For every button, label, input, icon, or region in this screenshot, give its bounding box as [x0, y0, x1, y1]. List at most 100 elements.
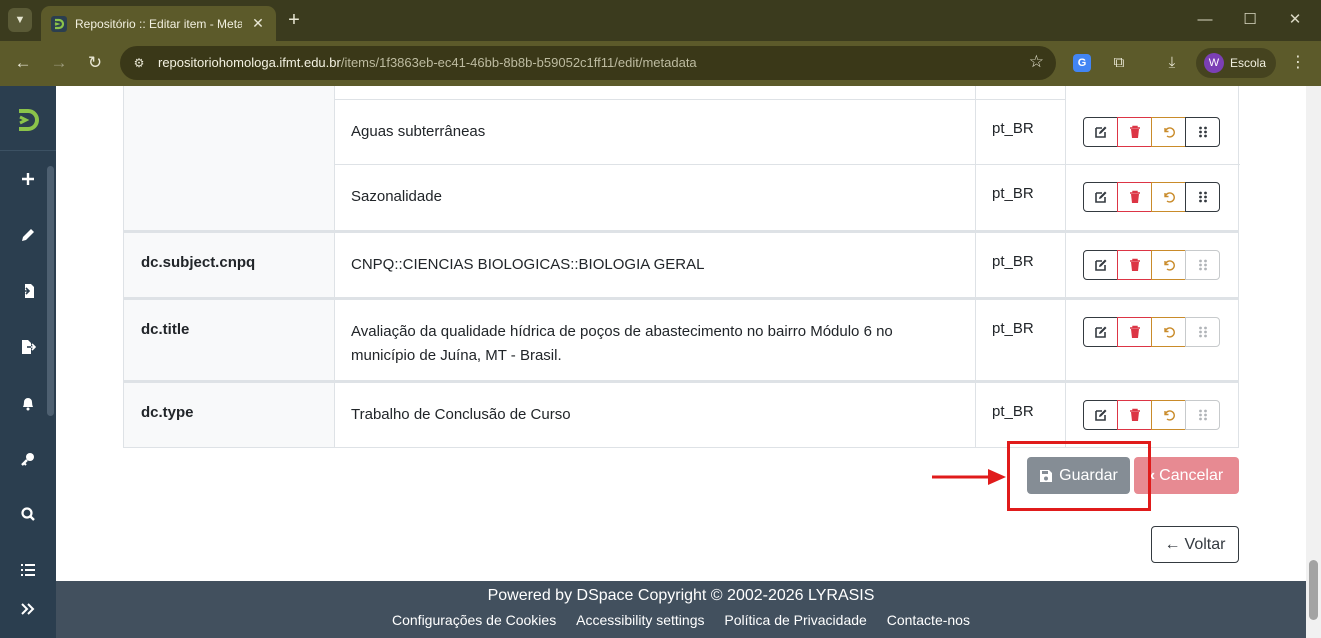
action-button-group — [1083, 117, 1220, 147]
undo-button[interactable] — [1151, 117, 1186, 147]
edit-button[interactable] — [1083, 250, 1118, 280]
metadata-value-cell: Avaliação da qualidade hídrica de poços … — [335, 300, 976, 380]
admin-sidebar — [0, 86, 56, 638]
drag-handle-button[interactable] — [1185, 117, 1220, 147]
drag-grip-icon — [1198, 126, 1207, 138]
edit-button[interactable] — [1083, 317, 1118, 347]
footer-link-privacy[interactable]: Política de Privacidade — [724, 612, 866, 628]
delete-button[interactable] — [1117, 400, 1152, 430]
drag-grip-icon — [1198, 326, 1207, 338]
back-arrow-icon[interactable]: ← — [10, 51, 36, 75]
url-text: repositoriohomologa.ifmt.edu.br/items/1f… — [158, 55, 697, 70]
table-row-subject-group: Aguas subterrâneas pt_BR Sazonalidade pt… — [123, 86, 1240, 230]
tab-title: Repositório :: Editar item - Metadata — [75, 16, 242, 31]
undo-icon — [1163, 327, 1175, 338]
sidebar-expand-icon[interactable] — [0, 594, 56, 624]
drag-handle-button[interactable] — [1185, 400, 1220, 430]
table-row-dc-subject-cnpq: dc.subject.cnpq CNPQ::CIENCIAS BIOLOGICA… — [123, 233, 1239, 297]
edit-button[interactable] — [1083, 117, 1118, 147]
tab-close-icon[interactable]: ✕ — [250, 15, 266, 32]
close-window-icon[interactable]: ✕ — [1280, 7, 1310, 33]
page-scrollbar[interactable] — [1306, 86, 1321, 638]
edit-icon — [1094, 326, 1106, 338]
delete-button[interactable] — [1117, 117, 1152, 147]
field-name-cell — [124, 86, 335, 230]
metadata-actions-cell — [1066, 100, 1240, 165]
field-name-cell: dc.title — [124, 300, 335, 380]
metadata-actions-cell — [1066, 300, 1240, 380]
cancel-label: Cancelar — [1159, 466, 1224, 484]
edit-icon — [1094, 259, 1106, 271]
trash-icon — [1129, 325, 1140, 338]
drag-handle-button[interactable] — [1185, 182, 1220, 212]
metadata-value-cell: Aguas subterrâneas — [335, 100, 976, 165]
undo-button[interactable] — [1151, 400, 1186, 430]
profile-name: Escola — [1230, 56, 1267, 70]
minimize-icon[interactable]: — — [1190, 7, 1220, 33]
dspace-favicon-icon — [51, 15, 67, 32]
metadata-lang-cell: pt_BR — [976, 300, 1066, 380]
back-label: Voltar — [1184, 535, 1226, 553]
edit-metadata-content: Aguas subterrâneas pt_BR Sazonalidade pt… — [56, 86, 1306, 581]
table-row-dc-title: dc.title Avaliação da qualidade hídrica … — [123, 300, 1239, 380]
trash-icon — [1129, 190, 1140, 203]
drag-handle-button[interactable] — [1185, 317, 1220, 347]
field-name-cell: dc.type — [124, 383, 335, 447]
delete-button[interactable] — [1117, 317, 1152, 347]
undo-button[interactable] — [1151, 182, 1186, 212]
browser-menu-icon[interactable]: ⋮ — [1287, 52, 1309, 74]
undo-button[interactable] — [1151, 317, 1186, 347]
drag-grip-icon — [1198, 191, 1207, 203]
forward-arrow-icon[interactable]: → — [46, 51, 72, 75]
dspace-logo-icon[interactable] — [14, 106, 42, 134]
delete-button[interactable] — [1117, 250, 1152, 280]
metadata-lang-cell: pt_BR — [976, 100, 1066, 165]
sidebar-list-icon[interactable] — [0, 555, 56, 585]
red-arrow-annotation-icon — [932, 469, 1006, 485]
undo-icon — [1163, 410, 1175, 421]
profile-button[interactable]: W Escola — [1196, 48, 1276, 78]
field-name-cell: dc.subject.cnpq — [124, 233, 335, 297]
edit-icon — [1094, 409, 1106, 421]
sidebar-access-key-icon[interactable] — [0, 444, 56, 474]
site-footer: Powered by DSpace Copyright © 2002-2026 … — [56, 581, 1306, 638]
tab-search-button[interactable]: ▼ — [8, 8, 32, 32]
action-button-group — [1083, 317, 1220, 347]
reload-icon[interactable]: ↻ — [82, 51, 108, 75]
footer-link-cookies[interactable]: Configurações de Cookies — [392, 612, 556, 628]
delete-button[interactable] — [1117, 182, 1152, 212]
metadata-value-cell: Trabalho de Conclusão de Curso — [335, 383, 976, 447]
footer-link-contact[interactable]: Contacte-nos — [887, 612, 970, 628]
new-tab-icon[interactable]: + — [283, 7, 305, 33]
metadata-lang-cell: pt_BR — [976, 383, 1066, 447]
browser-tab-active[interactable]: Repositório :: Editar item - Metadata ✕ — [41, 6, 276, 41]
footer-link-accessibility[interactable]: Accessibility settings — [576, 612, 704, 628]
page-scrollbar-thumb[interactable] — [1309, 560, 1318, 620]
translate-extension-icon[interactable]: G — [1073, 54, 1091, 72]
action-button-group — [1083, 400, 1220, 430]
back-button[interactable]: ← Voltar — [1151, 526, 1239, 563]
bookmark-star-icon[interactable]: ☆ — [1029, 52, 1044, 72]
address-bar[interactable]: ⚙ repositoriohomologa.ifmt.edu.br/items/… — [120, 46, 1056, 80]
metadata-lang-cell: pt_BR — [976, 165, 1066, 230]
sidebar-scrollbar[interactable] — [47, 166, 54, 416]
trash-icon — [1129, 408, 1140, 421]
avatar: W — [1204, 53, 1224, 73]
download-icon[interactable]: ⤓ — [1161, 52, 1183, 74]
edit-button[interactable] — [1083, 400, 1118, 430]
sidebar-search-icon[interactable] — [0, 499, 56, 529]
metadata-actions-cell — [1066, 165, 1240, 230]
undo-icon — [1163, 260, 1175, 271]
action-button-group — [1083, 250, 1220, 280]
site-info-icon[interactable]: ⚙ — [130, 54, 148, 72]
sidebar-divider — [0, 150, 56, 151]
extensions-puzzle-icon[interactable]: ⧉ — [1108, 52, 1130, 74]
powered-by-text: Powered by DSpace Copyright © 2002-2026 … — [487, 587, 875, 604]
metadata-value-cell: CNPQ::CIENCIAS BIOLOGICAS::BIOLOGIA GERA… — [335, 233, 976, 297]
undo-button[interactable] — [1151, 250, 1186, 280]
drag-handle-button[interactable] — [1185, 250, 1220, 280]
edit-button[interactable] — [1083, 182, 1118, 212]
action-button-group — [1083, 182, 1220, 212]
edit-icon — [1094, 126, 1106, 138]
maximize-icon[interactable]: ☐ — [1235, 7, 1265, 33]
